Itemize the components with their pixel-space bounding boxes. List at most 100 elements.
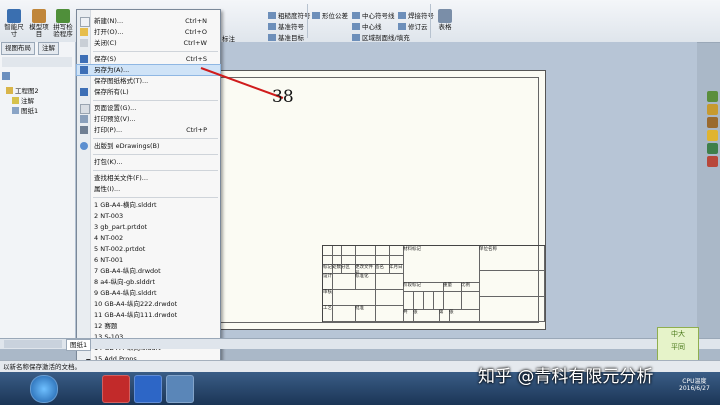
centerline-button[interactable]: 中心线 bbox=[352, 21, 382, 31]
revision-cloud-button[interactable]: 修订云 bbox=[398, 21, 428, 31]
menu-item-find-references[interactable]: 查找相关文件(F)... bbox=[77, 173, 220, 183]
file-explorer-icon[interactable] bbox=[707, 130, 718, 141]
sheet-icon bbox=[12, 107, 19, 114]
feature-manager-panel: 视图布局 注解 工程图2 注解 图纸1 bbox=[0, 42, 76, 348]
area-hatch-button[interactable]: 区域剖面线/填充 bbox=[352, 32, 410, 42]
tab-annotation[interactable]: 注解 bbox=[38, 42, 59, 55]
watermark-text: 知乎 @青科有限元分析 bbox=[478, 367, 654, 387]
title-cell: 张 bbox=[449, 309, 480, 322]
menu-item-open[interactable]: 打开(O)... Ctrl+O bbox=[77, 27, 220, 37]
centerline-icon bbox=[352, 23, 360, 30]
menu-item-print-preview[interactable]: 打印预览(V)... bbox=[77, 114, 220, 124]
menu-item-pack-and-go[interactable]: 打包(K)... bbox=[77, 157, 220, 167]
menu-separator bbox=[93, 154, 218, 155]
ribbon-separator bbox=[430, 4, 431, 38]
recent-file-item[interactable]: 8 a4-纵向-gb.slddrt bbox=[77, 277, 220, 287]
datum-target-icon bbox=[268, 34, 276, 41]
design-library-icon[interactable] bbox=[707, 117, 718, 128]
table-button[interactable]: 表格 bbox=[434, 9, 456, 31]
tree-item-drawing[interactable]: 工程图2 bbox=[6, 85, 39, 95]
start-orb-icon[interactable] bbox=[30, 375, 58, 403]
tree-item-annotations[interactable]: 注解 bbox=[12, 95, 34, 105]
print-preview-icon bbox=[80, 115, 88, 123]
close-doc-icon bbox=[80, 39, 88, 47]
weld-symbol-button[interactable]: 焊接符号 bbox=[398, 10, 434, 20]
save-icon bbox=[80, 55, 88, 63]
edrawings-icon bbox=[80, 142, 88, 150]
menu-item-properties[interactable]: 属性(I)... bbox=[77, 184, 220, 194]
tab-navigation-arrows[interactable] bbox=[4, 340, 62, 348]
datum-target-button[interactable]: 基准目标 bbox=[268, 32, 304, 42]
menu-item-print[interactable]: 打印(P)... Ctrl+P bbox=[77, 125, 220, 135]
new-file-icon bbox=[80, 17, 90, 27]
title-cell bbox=[375, 289, 404, 306]
surface-finish-button[interactable]: 粗糙度符号 bbox=[268, 10, 311, 20]
revision-cloud-icon bbox=[398, 23, 406, 30]
recent-file-item[interactable]: 1 GB-A4-横向.slddrt bbox=[77, 200, 220, 210]
recent-file-item[interactable]: 3 gb_part.prtdot bbox=[77, 222, 220, 232]
center-mark-icon bbox=[352, 12, 360, 19]
datum-feature-icon bbox=[268, 23, 276, 30]
view-palette-icon[interactable] bbox=[707, 143, 718, 154]
panel-toolbar bbox=[2, 57, 72, 67]
status-text: 以新名称保存激活的文档。 bbox=[3, 363, 81, 371]
spell-check-button[interactable]: 拼写检验程序 bbox=[52, 9, 74, 38]
title-cell: 张 bbox=[413, 309, 440, 322]
menu-separator bbox=[93, 170, 218, 171]
recent-file-item[interactable]: 12 赛题 bbox=[77, 321, 220, 331]
model-items-icon bbox=[32, 9, 46, 23]
recent-file-item[interactable]: 4 NT-002 bbox=[77, 233, 220, 243]
recent-file-item[interactable]: 10 GB-A4-纵向222.drwdot bbox=[77, 299, 220, 309]
appearances-icon[interactable] bbox=[707, 156, 718, 167]
page-setup-icon bbox=[80, 104, 90, 114]
title-cell bbox=[375, 305, 404, 322]
title-cell: 批准 bbox=[355, 305, 376, 322]
smart-dimension-icon bbox=[7, 9, 21, 23]
save-all-icon bbox=[80, 88, 88, 96]
surface-finish-icon bbox=[268, 12, 276, 19]
tab-view-layout[interactable]: 视图布局 bbox=[1, 42, 35, 55]
recent-file-item[interactable]: 6 NT-001 bbox=[77, 255, 220, 265]
recent-file-item[interactable]: 2 NT-003 bbox=[77, 211, 220, 221]
menu-separator bbox=[93, 138, 218, 139]
smart-dimension-button[interactable]: 智能尺寸 bbox=[3, 9, 25, 38]
browser-app-icon[interactable] bbox=[166, 375, 194, 403]
menu-item-publish-edrawings[interactable]: 出版到 eDrawings(B) bbox=[77, 141, 220, 151]
title-block: 标记 处数 分区 更改文件号 签名 年月日 设计 标准化 审核 工艺 批准 材料… bbox=[322, 245, 545, 322]
system-tray-clock[interactable]: CPU温度 2016/6/27 bbox=[679, 376, 710, 392]
menu-separator bbox=[93, 51, 218, 52]
open-folder-icon bbox=[80, 28, 88, 36]
tree-item-sheet[interactable]: 图纸1 bbox=[12, 105, 38, 115]
callout-line-stroke bbox=[200, 67, 284, 99]
menu-item-new[interactable]: 新建(N)... Ctrl+N bbox=[77, 16, 220, 27]
recent-file-item[interactable]: 11 GB-A4-纵向111.drwdot bbox=[77, 310, 220, 320]
center-mark-button[interactable]: 中心符号线 bbox=[352, 10, 395, 20]
home-icon[interactable] bbox=[707, 91, 718, 102]
sheet-tab[interactable]: 图纸1 bbox=[66, 339, 92, 351]
datum-feature-button[interactable]: 基准符号 bbox=[268, 21, 304, 31]
area-hatch-icon bbox=[352, 34, 360, 41]
geometric-tolerance-icon bbox=[312, 12, 320, 19]
recent-file-item[interactable]: 5 NT-002.prtdot bbox=[77, 244, 220, 254]
wps-writer-app-icon[interactable] bbox=[134, 375, 162, 403]
title-cell bbox=[479, 296, 545, 322]
title-cell bbox=[332, 289, 376, 306]
callout-number: 38 bbox=[272, 87, 294, 107]
save-as-icon bbox=[80, 66, 88, 74]
weld-symbol-icon bbox=[398, 12, 406, 19]
sheet-tab-bar: 图纸1 bbox=[0, 338, 720, 351]
model-items-button[interactable]: 模型项目 bbox=[28, 9, 50, 38]
table-icon bbox=[438, 9, 452, 23]
recent-file-item[interactable]: 9 GB-A4-纵向.slddrt bbox=[77, 288, 220, 298]
menu-item-close[interactable]: 关闭(C) Ctrl+W bbox=[77, 38, 220, 48]
task-pane-tabs bbox=[706, 90, 720, 170]
geometric-tolerance-button[interactable]: 形位公差 bbox=[312, 10, 348, 20]
resources-icon[interactable] bbox=[707, 104, 718, 115]
recent-file-item[interactable]: 7 GB-A4-纵向.drwdot bbox=[77, 266, 220, 276]
filter-icon[interactable] bbox=[2, 72, 10, 80]
title-cell bbox=[332, 273, 356, 290]
title-cell bbox=[479, 270, 545, 297]
title-cell: 标准化 bbox=[355, 273, 376, 290]
solidworks-app-icon[interactable] bbox=[102, 375, 130, 403]
spell-check-icon bbox=[56, 9, 70, 23]
